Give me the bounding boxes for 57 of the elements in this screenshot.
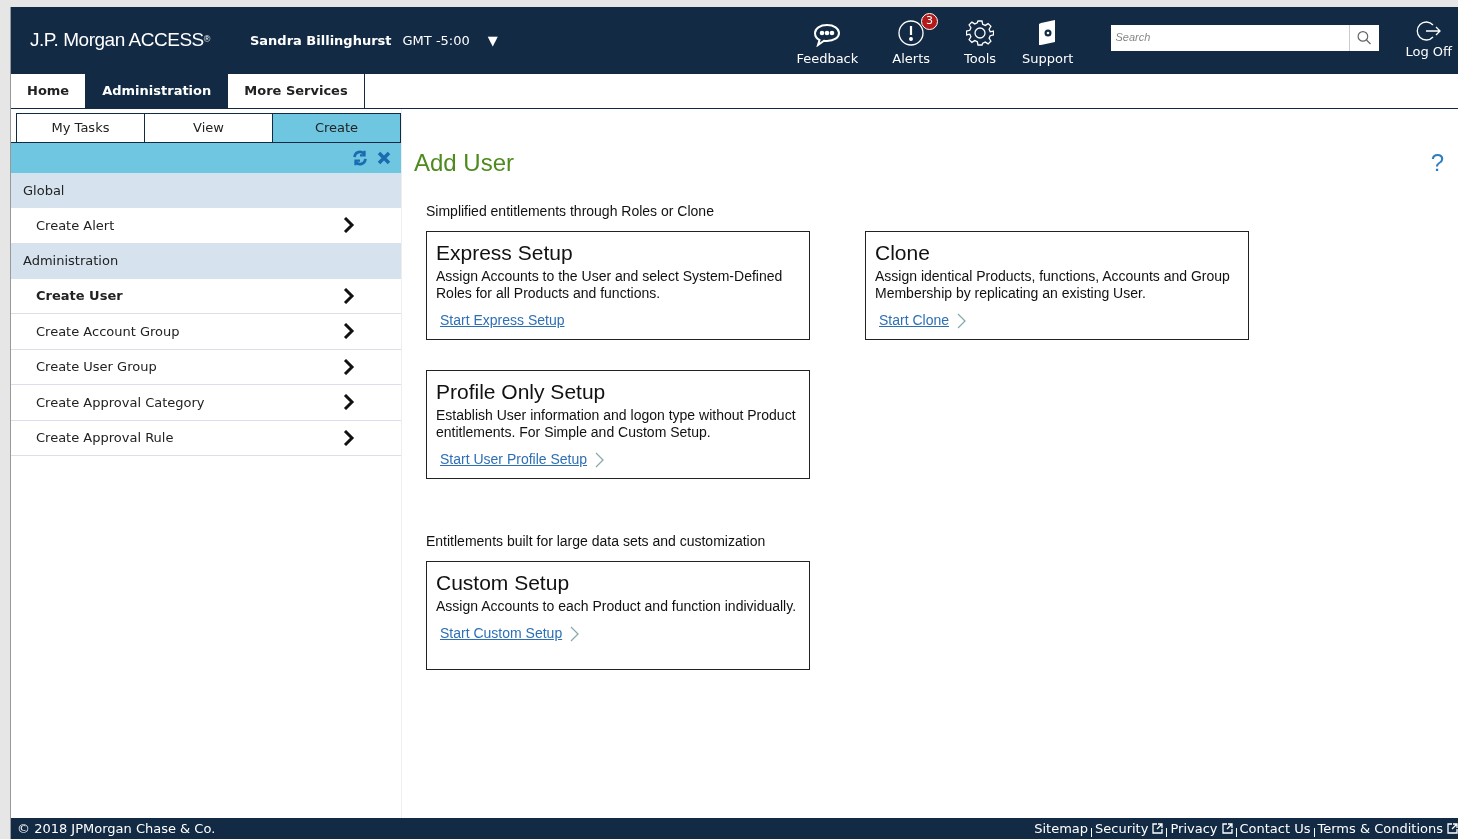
footer-link[interactable]: Sitemap <box>1034 818 1089 839</box>
card-title: Clone <box>875 240 931 266</box>
card-link[interactable]: Start User Profile Setup <box>440 449 588 470</box>
logoff-button[interactable]: Log Off <box>1405 19 1452 62</box>
card-link[interactable]: Start Express Setup <box>440 310 565 331</box>
gear-icon <box>966 18 995 47</box>
chevron-icon <box>343 394 355 411</box>
card-description: Assign Accounts to each Product and function individually. <box>436 598 798 615</box>
footer-link[interactable]: Privacy <box>1170 818 1218 839</box>
card-description: Assign Accounts to the User and select System-Defined Roles for all Products and functions. <box>436 268 784 302</box>
alert-icon <box>897 18 926 47</box>
card-description: Assign identical Products, functions, Accounts and Group Membership by replicating an existing User. <box>875 268 1231 302</box>
nav-tab[interactable]: Administration <box>86 74 229 108</box>
sidebar-item[interactable]: Create Alert <box>11 208 401 244</box>
sidebar-item[interactable]: Create Account Group <box>11 314 401 350</box>
footer-link[interactable]: Contact Us <box>1239 818 1311 839</box>
footer-link[interactable]: Terms & Conditions <box>1317 818 1443 839</box>
search-icon[interactable] <box>1349 24 1380 51</box>
support-button[interactable]: Support <box>1022 18 1074 69</box>
chevron-icon <box>343 217 355 234</box>
logout-icon <box>1415 19 1442 42</box>
section-heading: Simplified entitlements through Roles or Clone <box>426 202 715 221</box>
card-title: Express Setup <box>436 240 574 266</box>
user-name: Sandra Billinghurst <box>249 31 392 50</box>
sub-tab[interactable]: Create <box>272 113 401 142</box>
section-heading: Entitlements built for large data sets and customization <box>426 532 767 551</box>
card-description: Establish User information and logon type without Product entitlements. For Simple and Custom Setup. <box>436 407 797 441</box>
chevron-icon <box>343 323 355 340</box>
timezone: GMT -5:00 <box>402 31 470 50</box>
chevron-icon <box>343 429 355 446</box>
card-link[interactable]: Start Clone <box>879 310 950 331</box>
count-badge: 3 <box>921 12 939 30</box>
chevron-icon <box>343 287 355 304</box>
tools-button[interactable]: Tools <box>964 18 997 69</box>
help-button[interactable]: ? <box>1430 145 1444 181</box>
speech-bubble-icon <box>812 22 843 47</box>
card-title: Profile Only Setup <box>436 379 607 405</box>
chevron-icon <box>343 358 355 375</box>
card-link[interactable]: Start Custom Setup <box>440 623 563 644</box>
page-title: Add User <box>414 148 515 178</box>
sidebar-item[interactable]: Create Approval Category <box>11 385 401 421</box>
sidebar-item[interactable]: Create User <box>11 278 401 314</box>
close-icon[interactable] <box>377 151 391 165</box>
section-header: Administration <box>11 243 401 279</box>
copyright-text: © 2018 JPMorgan Chase & Co. <box>17 819 216 838</box>
card-title: Custom Setup <box>436 570 571 596</box>
section-header: Global <box>11 173 401 208</box>
sidebar-item[interactable]: Create User Group <box>11 349 401 385</box>
feedback-button[interactable]: Feedback <box>796 22 859 69</box>
dropdown-button[interactable]: ▼ <box>487 30 498 51</box>
sidebar-item[interactable]: Create Approval Rule <box>11 420 401 456</box>
footer-link[interactable]: Security <box>1095 818 1149 839</box>
sub-tab[interactable]: My Tasks <box>16 113 145 142</box>
search-field[interactable]: Search <box>1111 24 1350 51</box>
refresh-icon[interactable] <box>351 149 369 167</box>
logo: J.P. Morgan ACCESS$^{®}$ <box>30 28 210 53</box>
alerts-button[interactable]: 3 Alerts <box>884 12 939 69</box>
